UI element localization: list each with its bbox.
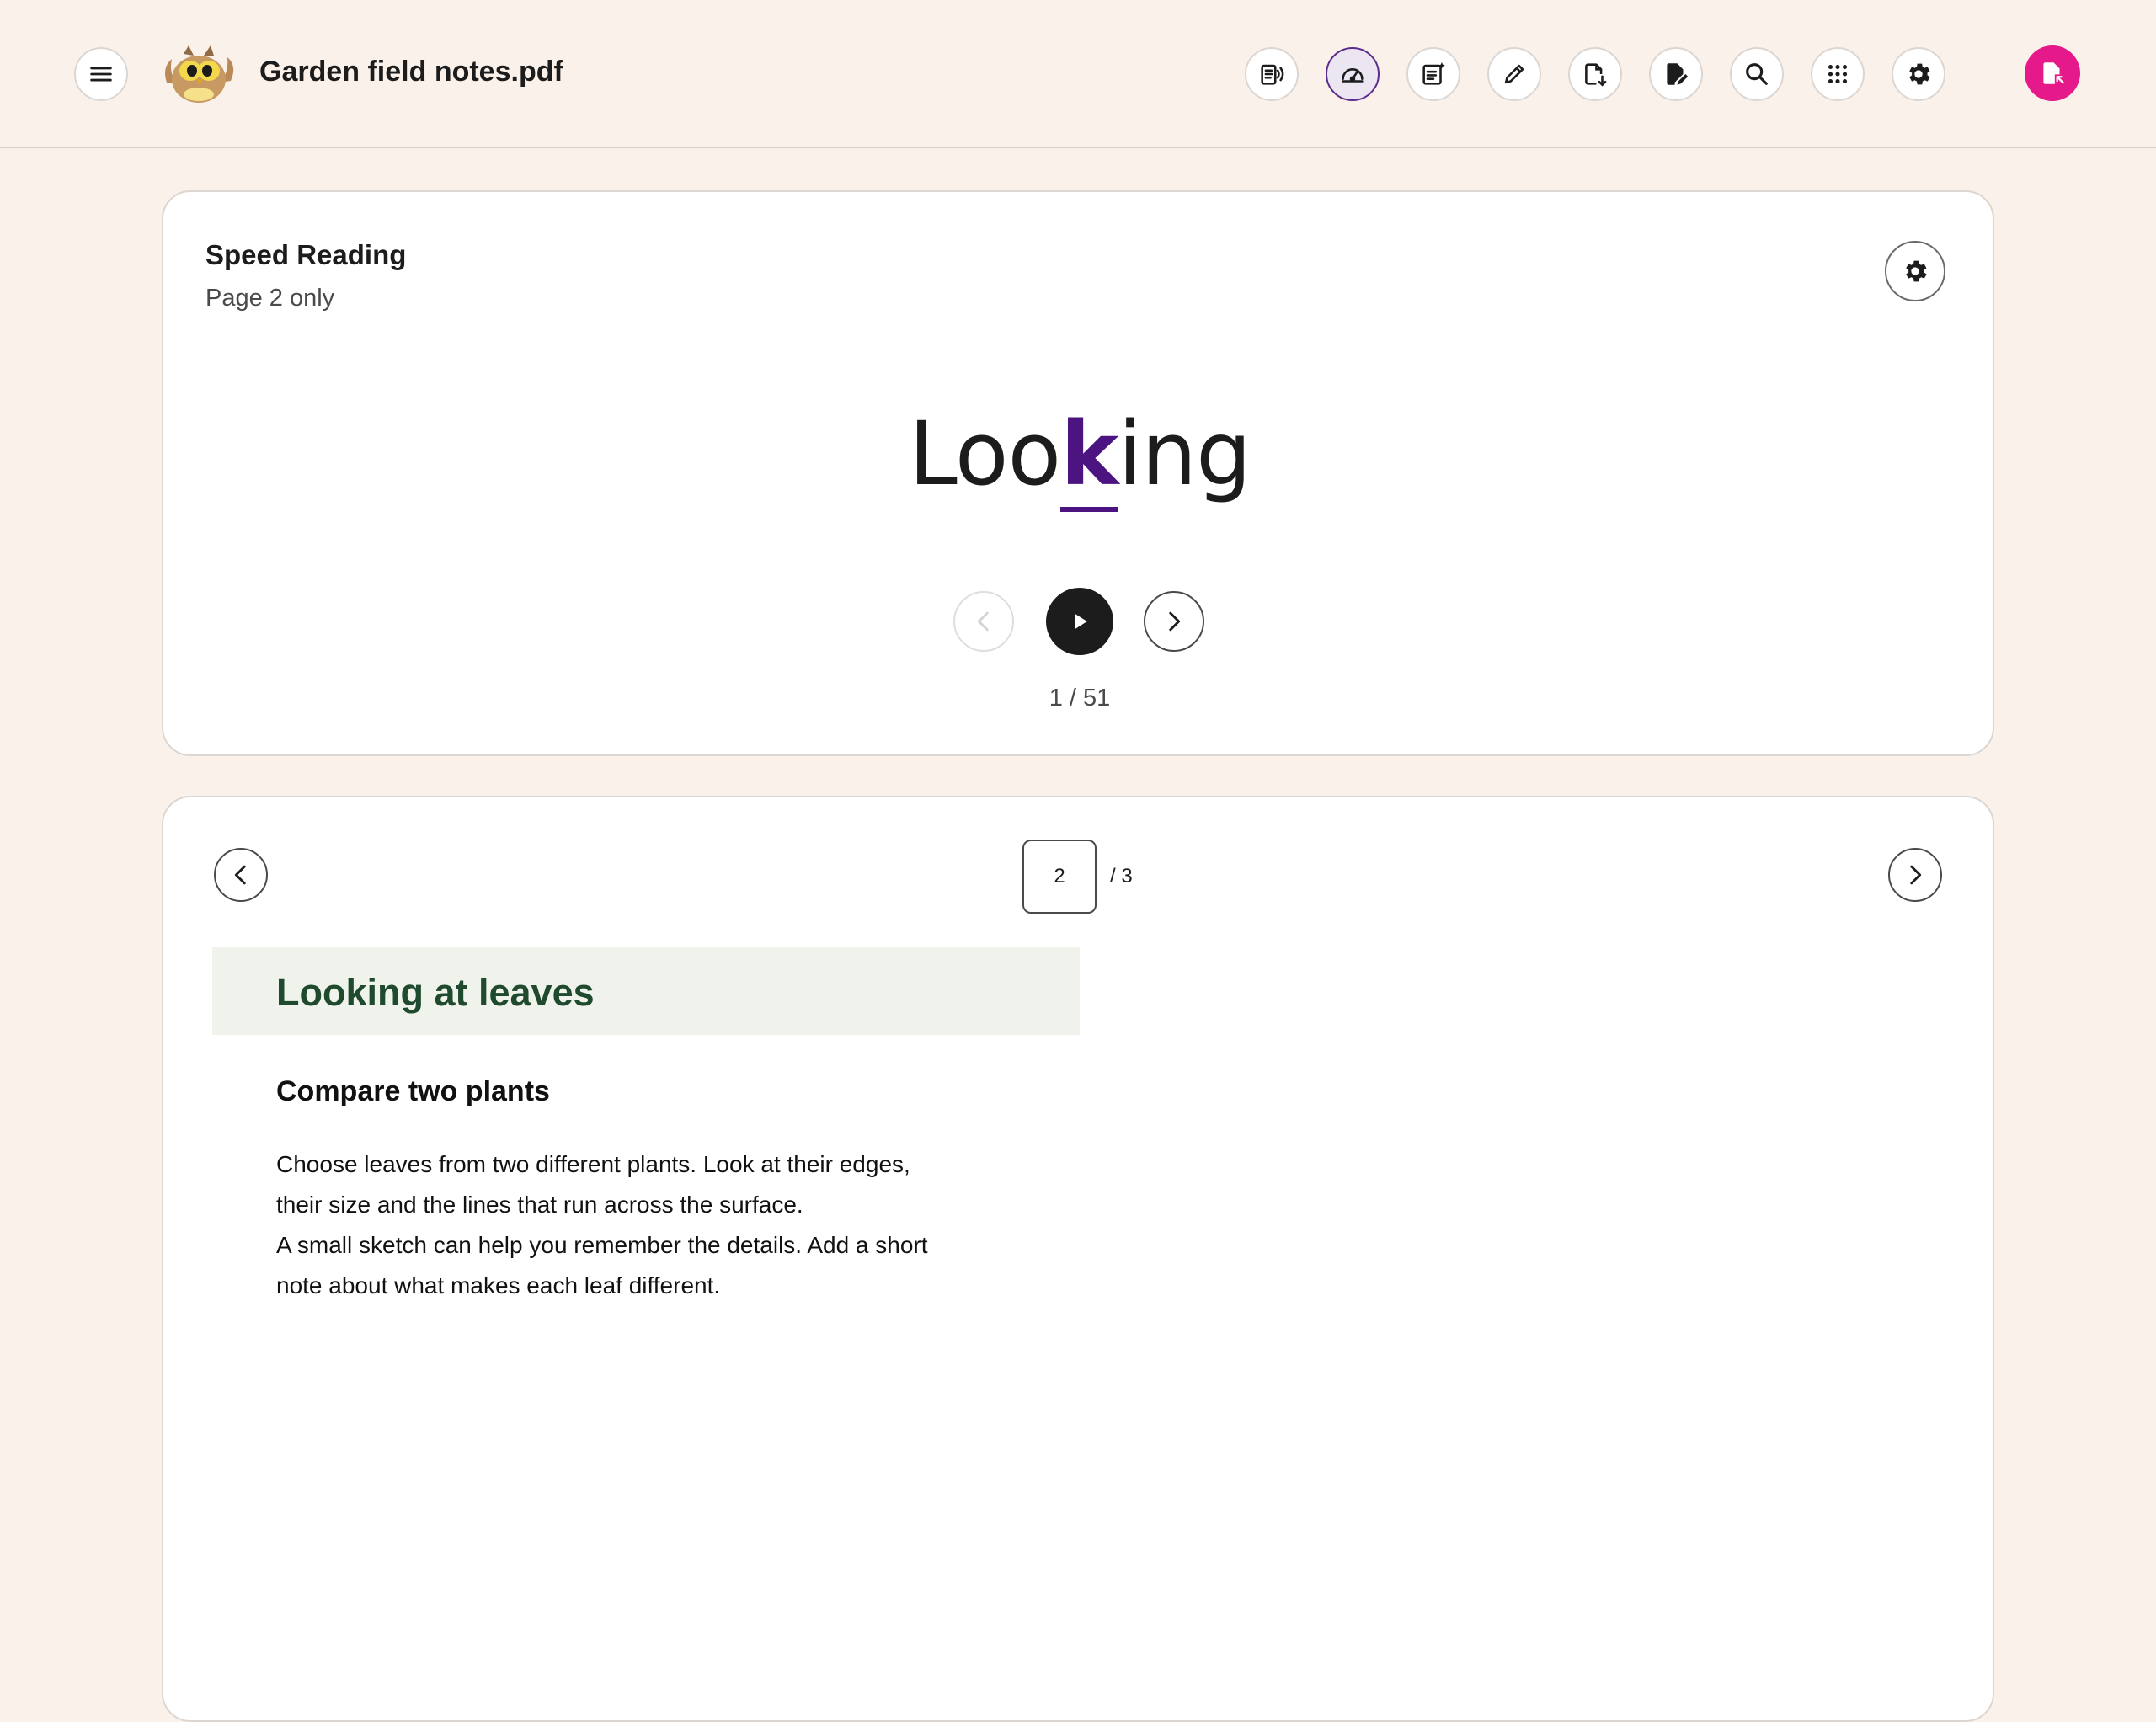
word-suffix: ing — [1118, 403, 1251, 505]
page-heading-banner: Looking at leaves — [212, 947, 1080, 1035]
top-bar: Garden field notes.pdf — [0, 0, 2156, 148]
read-aloud-icon — [1261, 64, 1284, 85]
document-viewer: / 3 Looking at leaves Compare two plants… — [162, 796, 1994, 1722]
body-line: their size and the lines that run across… — [276, 1192, 803, 1218]
settings-icon — [1909, 63, 1930, 85]
settings-button[interactable] — [1892, 47, 1945, 101]
search-button[interactable] — [1730, 47, 1784, 101]
play-button[interactable] — [1046, 588, 1113, 655]
edit-file-icon — [1667, 63, 1689, 85]
page-number-input[interactable] — [1022, 840, 1097, 914]
file-share-icon — [2043, 62, 2064, 84]
chevron-right-icon — [1910, 865, 1922, 885]
previous-word-button[interactable] — [953, 591, 1014, 652]
profile-button[interactable] — [2025, 45, 2080, 101]
download-button[interactable] — [1568, 47, 1622, 101]
speed-reading-panel: Speed Reading Page 2 only Looking 1 / 51 — [162, 190, 1994, 756]
play-icon — [1075, 614, 1087, 629]
pencil-icon — [1504, 64, 1524, 84]
read-aloud-button[interactable] — [1245, 47, 1299, 101]
search-icon — [1746, 63, 1768, 85]
speed-reading-scope: Page 2 only — [205, 285, 335, 312]
download-file-icon — [1585, 63, 1607, 87]
edit-file-button[interactable] — [1649, 47, 1703, 101]
current-word: Looking — [163, 403, 1996, 512]
speed-reading-title: Speed Reading — [205, 239, 407, 270]
word-focus-letter: k — [1060, 403, 1118, 512]
gear-icon — [1906, 260, 1927, 282]
previous-page-button[interactable] — [214, 848, 268, 902]
page-heading: Looking at leaves — [276, 971, 595, 1014]
speed-reading-settings-button[interactable] — [1885, 241, 1945, 301]
page-body-text: Choose leaves from two different plants.… — [276, 1144, 928, 1306]
apps-button[interactable] — [1811, 47, 1865, 101]
chevron-right-icon — [1169, 611, 1181, 632]
ai-notes-icon — [1422, 61, 1445, 85]
document-title: Garden field notes.pdf — [259, 56, 563, 88]
next-word-button[interactable] — [1144, 591, 1204, 652]
page-total: / 3 — [1110, 865, 1133, 888]
word-prefix: Loo — [908, 403, 1061, 505]
menu-button[interactable] — [74, 47, 128, 101]
speed-reading-button[interactable] — [1326, 47, 1380, 101]
ai-notes-button[interactable] — [1406, 47, 1460, 101]
next-page-button[interactable] — [1888, 848, 1942, 902]
hamburger-menu-icon — [90, 67, 112, 82]
word-counter: 1 / 51 — [1049, 685, 1111, 712]
chevron-left-icon — [977, 611, 989, 632]
speed-reading-icon — [1342, 68, 1364, 83]
apps-grid-icon — [1828, 64, 1848, 84]
annotate-button[interactable] — [1487, 47, 1541, 101]
owl-logo-icon — [165, 45, 234, 103]
section-heading: Compare two plants — [276, 1075, 550, 1107]
body-line: Choose leaves from two different plants.… — [276, 1151, 910, 1177]
body-line: A small sketch can help you remember the… — [276, 1232, 928, 1258]
body-line: note about what makes each leaf differen… — [276, 1272, 721, 1298]
chevron-left-icon — [234, 865, 246, 885]
